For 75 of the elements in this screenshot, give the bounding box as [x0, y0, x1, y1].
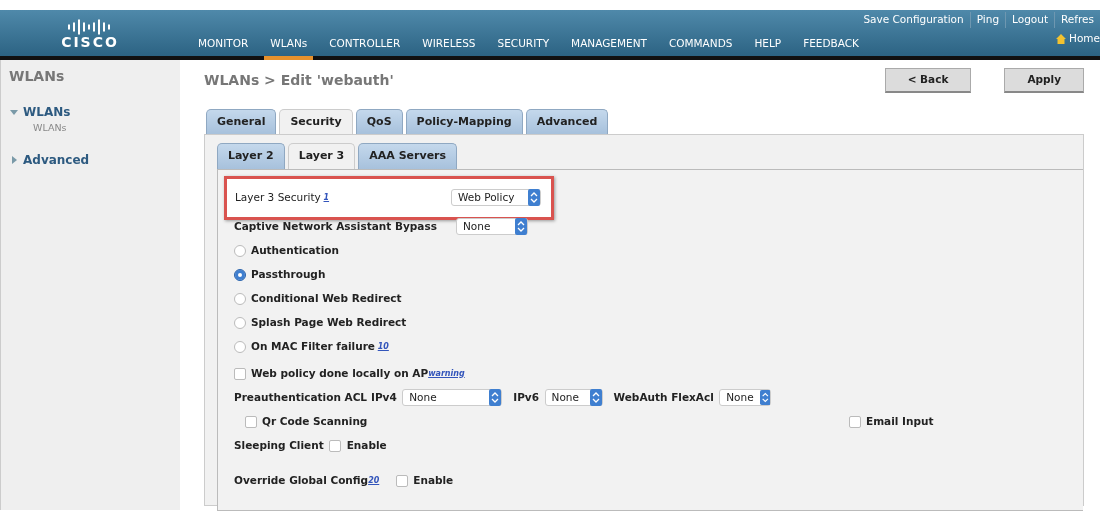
select-field[interactable]: None [456, 218, 528, 236]
checkbox-label: Email Input [866, 413, 934, 429]
expanded-triangle-icon [9, 107, 19, 117]
select-field[interactable]: None [719, 389, 772, 406]
sidebar-title: WLANs [9, 67, 66, 86]
nav-tab[interactable]: MANAGEMENT [565, 36, 653, 60]
logo-bars-icon [68, 17, 112, 35]
checkbox[interactable] [234, 367, 246, 380]
radio-button[interactable] [234, 244, 246, 257]
header-link[interactable]: Ping [969, 12, 1006, 28]
sidebar-item[interactable]: Advanced [9, 151, 172, 170]
label: Sleeping Client [234, 437, 324, 453]
home-link[interactable]: Home [1056, 31, 1100, 51]
page-button[interactable]: Apply [1004, 68, 1084, 93]
header-link[interactable]: Logout [1005, 12, 1054, 28]
spinner-arrows-icon [528, 189, 540, 207]
select-field[interactable]: None [402, 389, 503, 406]
checkbox[interactable] [849, 415, 861, 428]
radio-button[interactable] [234, 340, 246, 353]
footnote-link[interactable]: 1 [323, 191, 330, 204]
header-link[interactable]: Refres [1054, 12, 1100, 28]
checkbox-label: Enable [413, 472, 454, 488]
tab[interactable]: General [206, 108, 277, 135]
checkbox-label: Web policy done locally on AP [251, 365, 429, 381]
sidebar-item[interactable]: WLANs [9, 103, 172, 121]
collapsed-triangle-icon [9, 155, 19, 166]
checkbox-label: Enable [346, 437, 387, 453]
subtab[interactable]: Layer 2 [217, 143, 285, 169]
label: Layer 3 Security [235, 189, 321, 205]
checkbox-label: Qr Code Scanning [262, 413, 368, 429]
footnote-link[interactable]: 20 [368, 474, 380, 487]
select-field[interactable]: Web Policy [451, 189, 541, 207]
spinner-arrows-icon [489, 389, 502, 406]
tab[interactable]: Security [279, 108, 353, 135]
header-link[interactable]: Save Configuration [857, 12, 970, 28]
nav-tab[interactable]: MONITOR [192, 36, 255, 60]
radio-label: Conditional Web Redirect [251, 290, 402, 306]
tab[interactable]: Advanced [525, 108, 609, 135]
select-field[interactable]: None [544, 389, 603, 406]
label: WebAuth FlexAcl [613, 389, 714, 405]
radio-button[interactable] [234, 316, 246, 329]
nav-tab[interactable]: WIRELESS [416, 36, 482, 60]
spinner-arrows-icon [589, 389, 602, 406]
nav-tab[interactable]: SECURITY [491, 36, 556, 60]
footnote-link[interactable]: 10 [377, 340, 389, 353]
radio-label: Authentication [251, 242, 339, 258]
label: IPv4 [371, 389, 397, 405]
nav-tab[interactable]: HELP [748, 36, 788, 60]
label: Override Global Config [234, 472, 369, 488]
radio-label: Splash Page Web Redirect [251, 314, 407, 330]
page-button[interactable]: < Back [884, 68, 972, 93]
footnote-link[interactable]: warning [428, 367, 465, 380]
label: IPv6 [513, 389, 540, 405]
nav-tab[interactable]: COMMANDS [662, 36, 739, 60]
subtab[interactable]: Layer 3 [287, 143, 356, 169]
radio-label: On MAC Filter failure [251, 338, 375, 354]
nav-tab[interactable]: CONTROLLER [323, 36, 407, 60]
nav-tab[interactable]: WLANs [264, 36, 314, 60]
checkbox[interactable] [329, 439, 342, 452]
page-title: WLANs > Edit 'webauth' [204, 70, 394, 90]
logo-text: CISCO [61, 34, 119, 49]
home-icon [1056, 34, 1066, 45]
radio-button[interactable] [234, 268, 246, 281]
radio-label: Passthrough [251, 266, 326, 282]
label: Preauthentication ACL [234, 389, 369, 405]
subtab[interactable]: AAA Servers [358, 143, 458, 169]
sidebar-subitem[interactable]: WLANs [9, 121, 172, 136]
spinner-arrows-icon [759, 389, 771, 406]
tab[interactable]: QoS [355, 108, 403, 135]
checkbox[interactable] [395, 474, 408, 487]
label: Captive Network Assistant Bypass [234, 218, 438, 234]
radio-button[interactable] [234, 292, 246, 305]
tab[interactable]: Policy-Mapping [405, 108, 523, 135]
checkbox[interactable] [245, 415, 257, 428]
nav-tab[interactable]: FEEDBACK [797, 36, 865, 60]
